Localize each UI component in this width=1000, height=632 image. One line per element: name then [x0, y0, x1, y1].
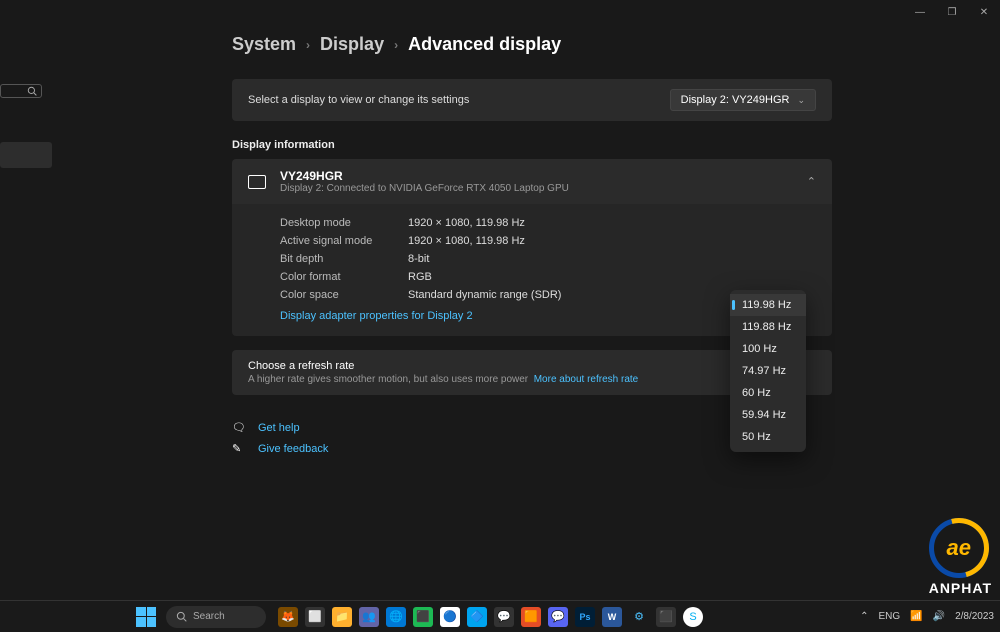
info-value: RGB	[408, 271, 432, 283]
volume-icon[interactable]: 🔊	[933, 611, 945, 622]
chevron-right-icon: ›	[394, 38, 398, 52]
tray-expand-icon[interactable]: ⌃	[860, 611, 868, 622]
tray-language[interactable]: ENG	[878, 611, 900, 622]
app-icon[interactable]: 💬	[494, 607, 514, 627]
chevron-up-icon: ⌃	[807, 175, 816, 188]
info-row: Color formatRGB	[280, 268, 816, 286]
display-selector-card: Select a display to view or change its s…	[232, 79, 832, 121]
chevron-down-icon: ⌄	[797, 95, 805, 106]
wifi-icon[interactable]: 📶	[910, 611, 922, 622]
app-icon[interactable]: 🟧	[521, 607, 541, 627]
skype-icon[interactable]: S	[683, 607, 703, 627]
app-icon[interactable]: ⬛	[656, 607, 676, 627]
monitor-header[interactable]: VY249HGR Display 2: Connected to NVIDIA …	[232, 159, 832, 204]
info-key: Color space	[280, 289, 408, 301]
photoshop-icon[interactable]: Ps	[575, 607, 595, 627]
discord-icon[interactable]: 💬	[548, 607, 568, 627]
info-row: Desktop mode1920 × 1080, 119.98 Hz	[280, 214, 816, 232]
info-value: 1920 × 1080, 119.98 Hz	[408, 235, 525, 247]
refresh-option[interactable]: 100 Hz	[730, 338, 806, 360]
feedback-icon: ✎	[232, 442, 246, 455]
help-icon: 🗨	[232, 421, 246, 434]
taskbar: Search 🦊 ⬜ 📁 👥 🌐 ⬛ 🔵 🔷 💬 🟧 💬 Ps W ⚙ ⬛ S …	[0, 600, 1000, 632]
refresh-option[interactable]: 60 Hz	[730, 382, 806, 404]
system-tray: ⌃ ENG 📶 🔊 2/8/2023	[860, 611, 994, 622]
tray-date[interactable]: 2/8/2023	[955, 611, 994, 622]
app-icon[interactable]: ⬜	[305, 607, 325, 627]
app-icon[interactable]: 🔷	[467, 607, 487, 627]
taskbar-apps: 🦊 ⬜ 📁 👥 🌐 ⬛ 🔵 🔷 💬 🟧 💬 Ps W ⚙ ⬛ S	[278, 607, 703, 627]
more-refresh-link[interactable]: More about refresh rate	[534, 374, 639, 385]
app-icon[interactable]: 👥	[359, 607, 379, 627]
info-value: Standard dynamic range (SDR)	[408, 289, 561, 301]
section-display-info: Display information	[232, 139, 832, 151]
sidebar-item-active[interactable]	[0, 142, 52, 168]
info-key: Color format	[280, 271, 408, 283]
refresh-option[interactable]: 59.94 Hz	[730, 404, 806, 426]
refresh-option[interactable]: 50 Hz	[730, 426, 806, 448]
breadcrumb: System › Display › Advanced display	[232, 34, 832, 55]
monitor-icon	[248, 175, 266, 189]
dropdown-value: Display 2: VY249HGR	[681, 94, 790, 106]
app-icon[interactable]: ⬛	[413, 607, 433, 627]
refresh-option[interactable]: 119.88 Hz	[730, 316, 806, 338]
app-icon[interactable]: 🦊	[278, 607, 298, 627]
search-icon	[176, 611, 187, 622]
taskbar-search[interactable]: Search	[166, 606, 266, 628]
info-value: 8-bit	[408, 253, 429, 265]
selector-label: Select a display to view or change its s…	[248, 94, 469, 106]
refresh-option[interactable]: 74.97 Hz	[730, 360, 806, 382]
watermark-logo: ae ANPHAT	[929, 518, 992, 596]
word-icon[interactable]: W	[602, 607, 622, 627]
info-key: Active signal mode	[280, 235, 408, 247]
info-key: Bit depth	[280, 253, 408, 265]
breadcrumb-advanced: Advanced display	[408, 34, 561, 55]
refresh-rate-options: 119.98 Hz119.88 Hz100 Hz74.97 Hz60 Hz59.…	[730, 290, 806, 452]
monitor-name: VY249HGR	[280, 169, 569, 183]
refresh-option[interactable]: 119.98 Hz	[730, 294, 806, 316]
info-key: Desktop mode	[280, 217, 408, 229]
maximize-button[interactable]: ❐	[936, 0, 968, 24]
edge-icon[interactable]: 🌐	[386, 607, 406, 627]
chrome-icon[interactable]: 🔵	[440, 607, 460, 627]
display-dropdown[interactable]: Display 2: VY249HGR ⌄	[670, 89, 816, 111]
sidebar	[0, 0, 52, 600]
minimize-button[interactable]: —	[904, 0, 936, 24]
close-button[interactable]: ✕	[968, 0, 1000, 24]
monitor-sub: Display 2: Connected to NVIDIA GeForce R…	[280, 183, 569, 194]
file-explorer-icon[interactable]: 📁	[332, 607, 352, 627]
info-row: Bit depth8-bit	[280, 250, 816, 268]
info-value: 1920 × 1080, 119.98 Hz	[408, 217, 525, 229]
chevron-right-icon: ›	[306, 38, 310, 52]
sidebar-search[interactable]	[0, 84, 42, 98]
settings-icon[interactable]: ⚙	[629, 607, 649, 627]
info-row: Active signal mode1920 × 1080, 119.98 Hz	[280, 232, 816, 250]
start-button[interactable]	[136, 607, 156, 627]
adapter-properties-link[interactable]: Display adapter properties for Display 2	[280, 304, 473, 322]
breadcrumb-display[interactable]: Display	[320, 34, 384, 55]
breadcrumb-system[interactable]: System	[232, 34, 296, 55]
search-icon	[27, 86, 37, 96]
